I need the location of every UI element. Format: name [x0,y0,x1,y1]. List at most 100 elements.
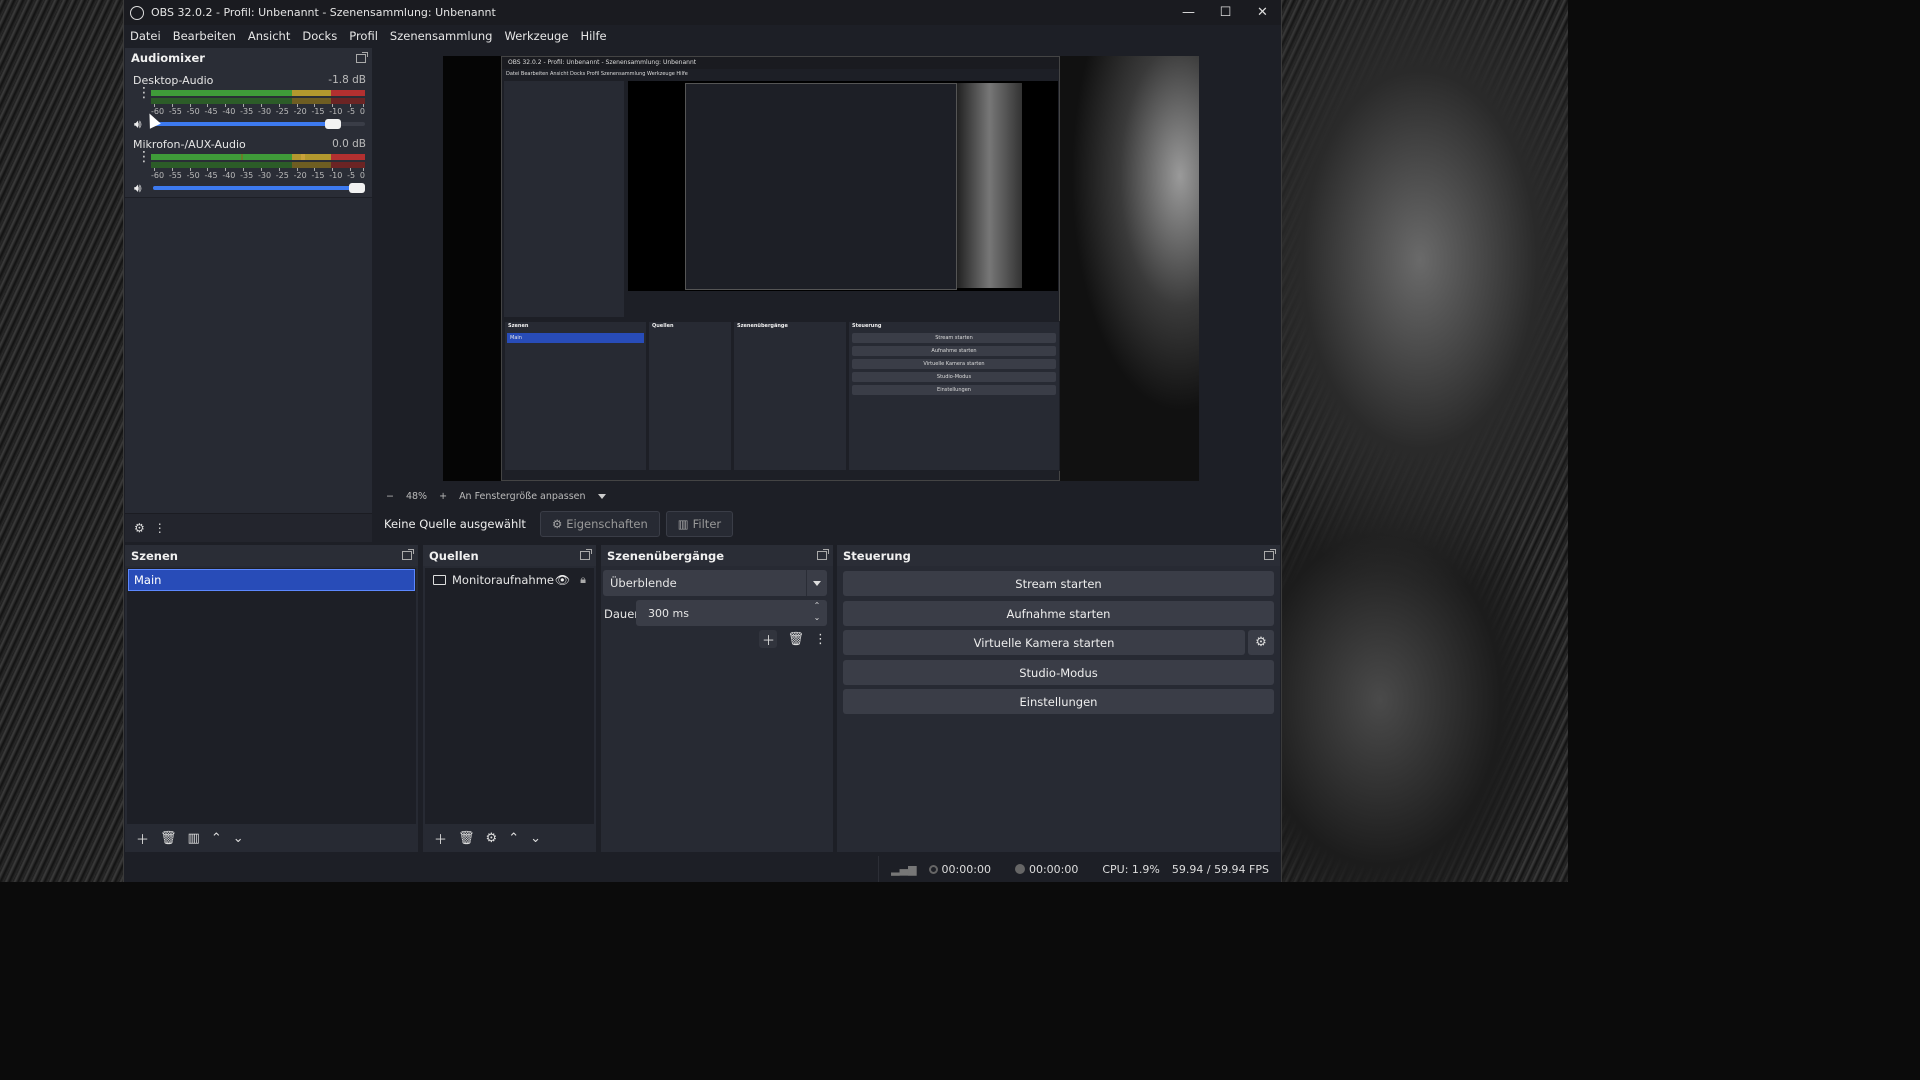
start-stream-button[interactable]: Stream starten [843,571,1274,596]
remove-source-icon[interactable]: 🗑︎ [458,831,475,846]
eye-icon[interactable]: 👁︎ [555,573,570,587]
menu-ansicht[interactable]: Ansicht [248,29,290,43]
nested-preview-inner [685,83,957,290]
minimize-button[interactable]: — [1170,0,1207,25]
close-button[interactable]: ✕ [1244,0,1281,25]
volume-knob[interactable] [349,183,365,193]
menu-datei[interactable]: Datei [130,29,161,43]
scale-label: -20 [294,104,307,116]
preview-canvas[interactable]: OBS 32.0.2 - Profil: Unbenannt - Szenens… [443,56,1199,481]
scale-label: -35 [240,168,253,180]
nested-dock-title: Quellen [652,323,674,329]
menu-docks[interactable]: Docks [302,29,337,43]
undock-icon[interactable] [580,549,592,560]
menu-werkzeuge[interactable]: Werkzeuge [505,29,569,43]
lock-icon[interactable]: 🔒︎ [580,573,586,587]
transition-select[interactable]: Überblende [603,570,827,596]
source-item-monitor[interactable]: Monitoraufnahme 👁︎ 🔒︎ [425,568,594,592]
start-virtualcam-button[interactable]: Virtuelle Kamera starten [843,630,1245,655]
volume-knob[interactable] [325,119,342,129]
volume-slider[interactable] [153,183,365,193]
record-status: 00:00:00 [1014,862,1090,876]
window-title: OBS 32.0.2 - Profil: Unbenannt - Szenens… [151,6,496,19]
properties-button[interactable]: ⚙ Eigenschaften [539,511,660,537]
undock-icon[interactable] [1264,549,1276,560]
fps-value: 59.94 / 59.94 FPS [1171,862,1269,876]
advanced-audio-icon[interactable]: ⚙ [134,521,145,535]
scale-label: -40 [222,104,235,116]
zoom-fit-label[interactable]: An Fenstergröße anpassen [459,491,585,502]
menu-szenensammlung[interactable]: Szenensammlung [390,29,493,43]
nested-dock-title: Steuerung [852,323,882,329]
add-source-icon[interactable]: ＋ [434,829,447,848]
scale-label: -20 [294,168,307,180]
channel-menu-icon[interactable]: ⋮ [137,86,151,100]
menu-profil[interactable]: Profil [349,29,378,43]
zoom-out-button[interactable]: − [386,491,394,502]
preview-area[interactable]: OBS 32.0.2 - Profil: Unbenannt - Szenens… [378,48,1265,489]
scenes-footer: ＋ 🗑︎ ▥ ⌃ ⌄ [125,825,418,852]
controls-title: Steuerung [843,548,911,563]
record-time: 00:00:00 [1028,862,1079,876]
scenes-header: Szenen [125,545,418,566]
signal-icon: ▂▄▆ [891,862,917,876]
settings-button[interactable]: Einstellungen [843,689,1274,714]
mixer-channel-list: Desktop-Audio -1.8 dB ⋮ -60 -55 -50 -45 -40-… [125,68,372,198]
sources-footer: ＋ 🗑︎ ⚙ ⌃ ⌄ [423,825,596,852]
filter-label: Filter [692,517,722,531]
sources-header: Quellen [423,545,596,566]
nested-mixer [504,81,624,317]
nested-sources-dock: Quellen [648,321,732,471]
undock-icon[interactable] [817,549,829,560]
scale-label: -5 [347,104,355,116]
filter-button[interactable]: ▥ Filter [665,511,734,537]
move-down-icon[interactable]: ⌄ [530,831,541,846]
scale-label: -10 [329,168,342,180]
remove-transition-icon[interactable]: 🗑︎ [787,632,804,647]
source-toolbar: Keine Quelle ausgewählt ⚙ Eigenschaften ▥… [378,507,1281,541]
add-transition-icon[interactable]: ＋ [759,630,778,649]
volume-meter [151,90,365,104]
move-down-icon[interactable]: ⌄ [233,831,244,846]
filter-icon: ▥ [677,517,689,531]
nested-dock-title: Szenen [508,323,529,329]
properties-label: Eigenschaften [566,517,648,531]
scenes-dock: Szenen Main ＋ 🗑︎ ▥ ⌃ ⌄ [125,545,418,852]
scale-label: -5 [347,168,355,180]
menu-hilfe[interactable]: Hilfe [580,29,606,43]
undock-icon[interactable] [356,51,368,63]
duration-spinbox[interactable]: 300 ms ⌃ ⌄ [636,600,827,626]
scene-item-main[interactable]: Main [128,569,415,591]
speaker-icon[interactable]: 🔊︎ [134,181,150,195]
channel-desktop-audio: Desktop-Audio -1.8 dB ⋮ -60 -55 -50 -45 -40-… [125,68,372,132]
volume-slider[interactable] [153,119,365,129]
mixer-menu-icon[interactable]: ⋮ [154,521,166,535]
audiomixer-title: Audiomixer [131,51,205,65]
scene-filter-icon[interactable]: ▥ [188,831,200,846]
add-scene-icon[interactable]: ＋ [136,829,149,848]
scale-label: -15 [311,168,325,180]
scale-label: -55 [169,104,182,116]
maximize-button[interactable]: ☐ [1207,0,1244,25]
record-icon [1014,863,1025,874]
transition-menu-icon[interactable]: ⋮ [814,632,827,647]
chevron-down-icon[interactable] [806,570,827,596]
monitor-icon [433,575,446,585]
volume-fill [153,122,340,126]
source-settings-icon[interactable]: ⚙ [486,831,498,846]
menu-bearbeiten[interactable]: Bearbeiten [173,29,236,43]
zoom-in-button[interactable]: + [439,491,447,502]
virtualcam-settings-icon[interactable]: ⚙ [1248,630,1274,655]
start-recording-button[interactable]: Aufnahme starten [843,601,1274,626]
spin-arrows-icon[interactable]: ⌃ ⌄ [807,600,827,626]
move-up-icon[interactable]: ⌃ [211,831,222,846]
undock-icon[interactable] [402,549,414,560]
cpu-usage: CPU: 1.9% [1102,862,1160,876]
nested-scene-item: Main [507,333,644,343]
studio-mode-button[interactable]: Studio-Modus [843,660,1274,685]
zoom-dropdown-icon[interactable] [597,493,606,499]
channel-menu-icon[interactable]: ⋮ [137,150,151,164]
remove-scene-icon[interactable]: 🗑︎ [160,831,177,846]
duration-value: 300 ms [648,606,689,620]
move-up-icon[interactable]: ⌃ [508,831,519,846]
